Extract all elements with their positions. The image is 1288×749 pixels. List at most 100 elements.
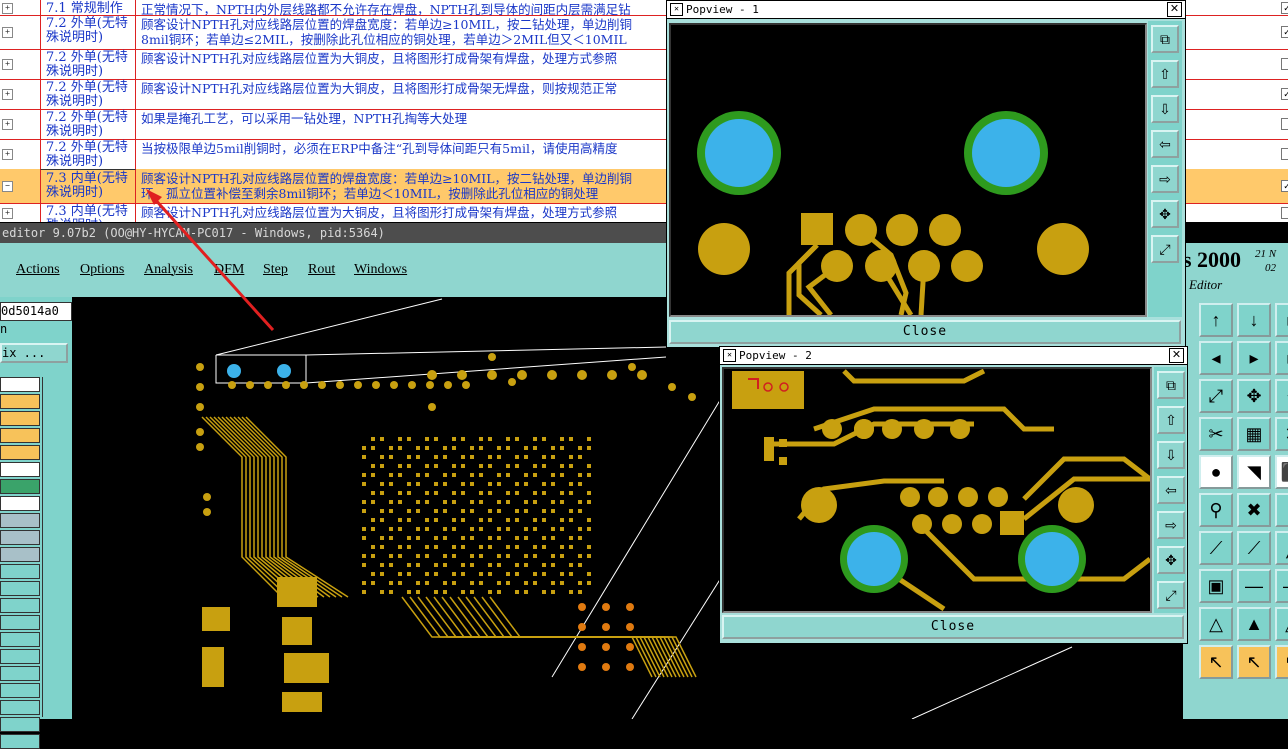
view-control-icon[interactable]: ⇧ xyxy=(1151,60,1179,88)
triangle-icon[interactable]: △ xyxy=(1199,607,1233,641)
pan-left-icon[interactable]: ◂ xyxy=(1199,341,1233,375)
layer-row[interactable] xyxy=(0,530,40,545)
popview-2-canvas[interactable] xyxy=(722,367,1152,613)
layer-row[interactable] xyxy=(0,649,40,664)
expand-toggle[interactable]: + xyxy=(2,27,13,38)
popview-1-canvas[interactable] xyxy=(669,23,1147,317)
layer-row[interactable] xyxy=(0,377,40,392)
popview-2-titlebar[interactable]: ✕ Popview - 2 xyxy=(720,347,1187,365)
view-control-icon[interactable]: ⇦ xyxy=(1151,130,1179,158)
expand-toggle[interactable]: + xyxy=(2,89,13,100)
layer-row[interactable] xyxy=(0,462,40,477)
expand-toggle[interactable]: + xyxy=(2,59,13,70)
view-control-icon[interactable]: ✥ xyxy=(1157,546,1185,574)
menu-step[interactable]: Step xyxy=(263,262,288,278)
layer-row[interactable] xyxy=(0,547,40,562)
row-checkbox[interactable] xyxy=(1281,148,1288,160)
fill-icon[interactable]: ▪ xyxy=(1275,493,1288,527)
layer-row[interactable] xyxy=(0,666,40,681)
view-control-icon[interactable]: ⇧ xyxy=(1157,406,1185,434)
system-menu-icon[interactable]: ✕ xyxy=(670,3,683,16)
popview-2-close-button[interactable]: Close xyxy=(722,615,1184,639)
triangle2-icon[interactable]: ▲ xyxy=(1237,607,1271,641)
zoom-down-icon[interactable]: ↓ xyxy=(1237,303,1271,337)
popview-2-close-icon[interactable]: ✕ xyxy=(1169,348,1184,363)
row-checkbox[interactable] xyxy=(1281,118,1288,130)
layer-row[interactable] xyxy=(0,581,40,596)
pointer-icon[interactable]: ↖ xyxy=(1199,645,1233,679)
layer-row[interactable] xyxy=(0,496,40,511)
popview-1-close-button[interactable]: Close xyxy=(669,320,1181,344)
expand-toggle[interactable]: + xyxy=(2,207,13,219)
view-control-icon[interactable]: ⇦ xyxy=(1157,476,1185,504)
view-control-icon[interactable]: ⧉ xyxy=(1157,371,1185,399)
layer-row[interactable] xyxy=(0,717,40,732)
matrix-button[interactable]: ix ... xyxy=(0,343,68,363)
layer-scrollbar[interactable] xyxy=(42,377,71,717)
row-checkbox[interactable]: ✓ xyxy=(1281,1,1288,14)
layer-row[interactable] xyxy=(0,479,40,494)
zoom-up-icon[interactable]: ↑ xyxy=(1199,303,1233,337)
layer-row[interactable] xyxy=(0,700,40,715)
popview-1-close-icon[interactable]: ✕ xyxy=(1167,2,1182,17)
menu-options[interactable]: Options xyxy=(80,262,124,278)
layer-row[interactable] xyxy=(0,411,40,426)
layer-row[interactable] xyxy=(0,513,40,528)
line2-icon[interactable]: ⟋ xyxy=(1237,531,1271,565)
popview-1-titlebar[interactable]: ✕ Popview - 1 xyxy=(667,1,1185,19)
layer-row[interactable] xyxy=(0,615,40,630)
grid-icon[interactable]: ▦ xyxy=(1237,417,1271,451)
row-checkbox[interactable]: ✓ xyxy=(1281,26,1288,38)
fit-icon[interactable]: ⤢ xyxy=(1199,379,1233,413)
expand-toggle[interactable]: + xyxy=(2,2,13,14)
pan-right-icon[interactable]: ▸ xyxy=(1237,341,1271,375)
close-icon[interactable]: ✕ xyxy=(1275,417,1288,451)
pan2-icon[interactable]: ▹ xyxy=(1275,341,1288,375)
pan-icon[interactable]: ▸ xyxy=(1275,303,1288,337)
view-control-icon[interactable]: ✥ xyxy=(1151,200,1179,228)
cross-icon[interactable]: ✖ xyxy=(1237,493,1271,527)
select-icon[interactable]: ▣ xyxy=(1199,569,1233,603)
menu-dfm[interactable]: DFM xyxy=(214,262,244,278)
menu-rout[interactable]: Rout xyxy=(308,262,335,278)
view-control-icon[interactable]: ⇩ xyxy=(1151,95,1179,123)
view-control-icon[interactable]: ⇨ xyxy=(1157,511,1185,539)
menu-analysis[interactable]: Analysis xyxy=(144,262,193,278)
pointer3-icon[interactable]: ↖ xyxy=(1275,645,1288,679)
view-control-icon[interactable]: ⤢ xyxy=(1151,235,1179,263)
layer-row[interactable] xyxy=(0,394,40,409)
view-control-icon[interactable]: ⧉ xyxy=(1151,25,1179,53)
dash2-icon[interactable]: — xyxy=(1275,569,1288,603)
layer-row[interactable] xyxy=(0,598,40,613)
pointer2-icon[interactable]: ↖ xyxy=(1237,645,1271,679)
expand-toggle[interactable]: + xyxy=(2,119,13,130)
row-checkbox[interactable] xyxy=(1281,206,1288,219)
row-checkbox[interactable]: ✓ xyxy=(1281,88,1288,100)
row-checkbox[interactable] xyxy=(1281,58,1288,70)
layer-row[interactable] xyxy=(0,632,40,647)
expand-toggle[interactable]: − xyxy=(2,181,13,192)
layer-row[interactable] xyxy=(0,734,40,749)
node-icon[interactable]: ⚲ xyxy=(1199,493,1233,527)
menu-windows[interactable]: Windows xyxy=(354,262,407,278)
expand-toggle[interactable]: + xyxy=(2,149,13,160)
layer-row[interactable] xyxy=(0,445,40,460)
rect-icon[interactable]: ⬛ xyxy=(1275,455,1288,489)
line-icon[interactable]: ⟋ xyxy=(1199,531,1233,565)
layer-row[interactable] xyxy=(0,683,40,698)
view-control-icon[interactable]: ⇩ xyxy=(1157,441,1185,469)
layer-row[interactable] xyxy=(0,428,40,443)
measure-icon[interactable]: ◥ xyxy=(1237,455,1271,489)
row-checkbox[interactable]: ✓ xyxy=(1281,180,1288,192)
system-menu-icon[interactable]: ✕ xyxy=(723,349,736,362)
view-control-icon[interactable]: ⇨ xyxy=(1151,165,1179,193)
pad-icon[interactable]: ● xyxy=(1199,455,1233,489)
layer-row[interactable] xyxy=(0,564,40,579)
line3-icon[interactable]: ╱ xyxy=(1275,531,1288,565)
dash-icon[interactable]: — xyxy=(1237,569,1271,603)
triangle3-icon[interactable]: △ xyxy=(1275,607,1288,641)
view-control-icon[interactable]: ⤢ xyxy=(1157,581,1185,609)
cut-icon[interactable]: ✂ xyxy=(1199,417,1233,451)
menu-actions[interactable]: Actions xyxy=(16,262,60,278)
move-icon[interactable]: ✥ xyxy=(1237,379,1271,413)
